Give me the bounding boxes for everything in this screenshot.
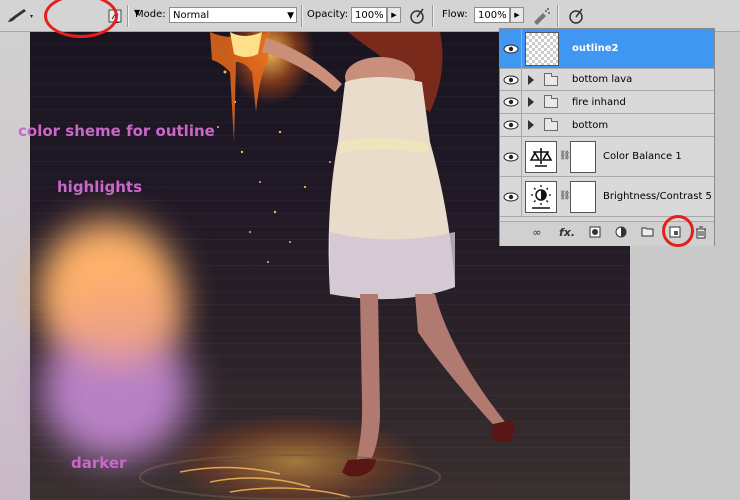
separator xyxy=(557,5,559,27)
new-layer-icon[interactable] xyxy=(668,226,682,240)
folder-icon xyxy=(544,73,558,86)
annotation-color-scheme: color sheme for outline xyxy=(18,122,215,140)
layer-row-outline2[interactable]: outline2 xyxy=(500,29,714,69)
layer-name: Color Balance 1 xyxy=(603,151,682,162)
link-icon: ⛓ xyxy=(559,151,571,161)
layer-name: bottom lava xyxy=(572,74,633,85)
flow-input[interactable]: 100% xyxy=(474,7,510,23)
blend-color-swatch xyxy=(60,280,180,360)
pressure-size-button[interactable] xyxy=(566,6,586,26)
mode-label: Mode: xyxy=(135,9,166,20)
opacity-label: Opacity: xyxy=(307,9,349,20)
pressure-icon xyxy=(569,8,583,24)
opacity-slider-button[interactable]: ▶ xyxy=(387,7,401,23)
layer-row-bottom-lava[interactable]: bottom lava xyxy=(500,69,714,91)
flow-slider-button[interactable]: ▶ xyxy=(510,7,524,23)
layer-name: bottom xyxy=(572,120,609,131)
layer-name: outline2 xyxy=(572,43,619,54)
flow-value: 100% xyxy=(478,10,507,21)
airbrush-icon xyxy=(534,8,550,25)
eye-icon xyxy=(503,120,519,130)
annotation-highlights: highlights xyxy=(57,178,143,196)
layer-row-brightness-contrast[interactable]: ⛓ Brightness/Contrast 5 xyxy=(500,177,714,217)
visibility-toggle[interactable] xyxy=(500,91,522,113)
folder-icon xyxy=(544,95,558,108)
layer-mask-thumbnail[interactable] xyxy=(570,181,596,213)
link-layers-icon[interactable]: ∞ xyxy=(528,226,546,240)
trash-icon[interactable] xyxy=(694,226,708,240)
expand-triangle-icon[interactable] xyxy=(528,75,534,85)
expand-triangle-icon[interactable] xyxy=(528,97,534,107)
opacity-value: 100% xyxy=(355,10,384,21)
layer-name: fire inhand xyxy=(572,97,626,108)
chevron-right-icon: ▶ xyxy=(514,11,520,19)
eye-icon xyxy=(503,97,519,107)
fx-icon[interactable]: fx. xyxy=(558,226,576,240)
folder-icon xyxy=(544,118,558,131)
visibility-toggle[interactable] xyxy=(500,29,522,68)
layer-row-bottom[interactable]: bottom xyxy=(500,114,714,137)
pressure-opacity-button[interactable] xyxy=(407,6,427,26)
brush-icon xyxy=(8,8,33,22)
separator xyxy=(127,5,129,27)
layer-name: Brightness/Contrast 5 xyxy=(603,191,712,202)
eye-icon xyxy=(503,152,519,162)
chevron-down-icon: ▼ xyxy=(287,11,294,21)
mode-select[interactable]: Normal ▼ xyxy=(169,7,297,23)
toggle-brush-panel-button[interactable] xyxy=(106,7,124,25)
eye-icon xyxy=(503,44,519,54)
brush-panel-icon xyxy=(108,9,122,23)
brightness-contrast-icon xyxy=(525,181,557,213)
layer-row-color-balance[interactable]: ⛓ Color Balance 1 xyxy=(500,137,714,177)
visibility-toggle[interactable] xyxy=(500,137,522,176)
chevron-right-icon: ▶ xyxy=(391,11,397,19)
workspace-margin xyxy=(0,32,30,500)
layer-row-fire-inhand[interactable]: fire inhand xyxy=(500,91,714,114)
link-icon: ⛓ xyxy=(559,191,571,201)
separator xyxy=(301,5,303,27)
visibility-toggle[interactable] xyxy=(500,177,522,216)
flow-label: Flow: xyxy=(442,9,468,20)
annotation-darker: darker xyxy=(71,454,127,472)
brush-tool-preset[interactable] xyxy=(4,0,38,31)
airbrush-button[interactable] xyxy=(531,6,551,26)
layer-mask-thumbnail[interactable] xyxy=(570,141,596,173)
eye-icon xyxy=(503,75,519,85)
pressure-icon xyxy=(410,8,424,24)
mask-icon[interactable] xyxy=(588,226,602,240)
mode-value: Normal xyxy=(173,10,210,21)
separator xyxy=(432,5,434,27)
visibility-toggle[interactable] xyxy=(500,69,522,90)
color-balance-icon xyxy=(525,141,557,173)
layers-panel: outline2 bottom lava fire inhand bottom xyxy=(499,28,715,246)
layers-panel-footer: ∞ fx. xyxy=(500,221,714,246)
eye-icon xyxy=(503,192,519,202)
folder-icon[interactable] xyxy=(640,226,654,240)
brush-preset-picker[interactable]: · 1 ▼ xyxy=(48,0,140,31)
expand-triangle-icon[interactable] xyxy=(528,120,534,130)
adjustment-icon[interactable] xyxy=(614,226,628,240)
opacity-input[interactable]: 100% xyxy=(351,7,387,23)
layer-thumbnail xyxy=(525,32,559,66)
lava-cracks xyxy=(179,466,351,498)
visibility-toggle[interactable] xyxy=(500,114,522,136)
